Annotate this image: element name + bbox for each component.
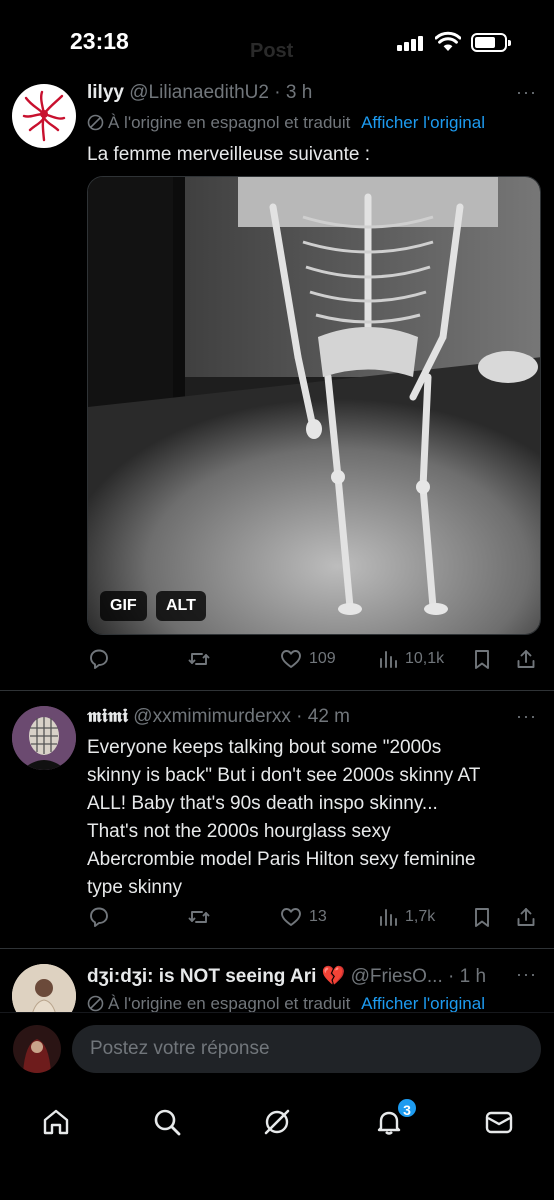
translation-text: À l'origine en espagnol et traduit	[108, 113, 351, 132]
views-button[interactable]: 10,1k	[377, 644, 444, 674]
tweet-text-line: ALL! Baby that's 90s death inspo skinny.…	[87, 793, 438, 814]
translate-icon	[87, 995, 104, 1012]
time-ago: 42 m	[307, 706, 351, 727]
tweet-actions: 109 10,1k	[87, 644, 541, 674]
tweet-actions: 13 1,7k	[87, 902, 541, 932]
heart-icon	[281, 650, 301, 668]
tweet-text: La femme merveilleuse suivante :	[87, 144, 371, 165]
separator: ·	[448, 966, 455, 987]
tweet-header: 𝖒𝖎𝖒𝖎 @xxmimimurderxx · 42 m	[87, 706, 350, 728]
tweet-header: dʒi:dʒi: is NOT seeing Ari 💔 @FriesO... …	[87, 964, 486, 988]
more-options-icon[interactable]: ···	[516, 964, 537, 985]
translation-note: À l'origine en espagnol et traduit Affic…	[87, 113, 485, 133]
show-original-link[interactable]: Afficher l'original	[361, 113, 485, 132]
repost-icon	[188, 653, 210, 665]
tweet[interactable]: dʒi:dʒi: is NOT seeing Ari 💔 @FriesO... …	[0, 948, 554, 1012]
time-ago: 1 h	[459, 966, 487, 987]
repost-button[interactable]	[187, 644, 211, 674]
person-avatar-icon	[12, 964, 76, 1012]
search-icon	[154, 1109, 181, 1136]
reply-input[interactable]	[72, 1025, 541, 1073]
avatar[interactable]	[12, 706, 76, 770]
handle[interactable]: @FriesO...	[351, 966, 443, 987]
user-avatar-image	[13, 1025, 61, 1073]
share-button[interactable]	[515, 644, 537, 674]
share-icon	[517, 650, 535, 668]
repost-icon	[188, 911, 210, 923]
reply-button[interactable]	[87, 644, 111, 674]
nav-grok[interactable]	[257, 1102, 297, 1142]
like-count: 13	[309, 908, 327, 925]
like-button[interactable]: 13	[279, 902, 327, 932]
nav-home[interactable]	[36, 1102, 76, 1142]
handle[interactable]: @LilianaedithU2	[129, 82, 269, 103]
tweet-text-line: That's not the 2000s hourglass sexy	[87, 821, 391, 842]
views-count: 1,7k	[405, 908, 436, 925]
gif-badge: GIF	[100, 591, 147, 621]
bookmark-icon	[475, 650, 489, 669]
show-original-link[interactable]: Afficher l'original	[361, 994, 485, 1012]
tweet-gif[interactable]	[87, 176, 541, 635]
display-name[interactable]: dʒi:dʒi: is NOT seeing Ari 💔	[87, 966, 345, 987]
reply-icon	[90, 649, 108, 669]
tweet[interactable]: lilyy @LilianaedithU2 · 3 h ··· À l'orig…	[0, 0, 554, 690]
share-button[interactable]	[515, 902, 537, 932]
home-icon	[43, 1109, 69, 1135]
views-count: 10,1k	[405, 650, 445, 667]
like-count: 109	[309, 650, 336, 667]
repost-button[interactable]	[187, 902, 211, 932]
translate-icon	[87, 114, 104, 131]
tweet-header: lilyy @LilianaedithU2 · 3 h	[87, 82, 312, 104]
time-ago: 3 h	[285, 82, 313, 103]
separator: ·	[274, 82, 281, 103]
tweet-text-line: type skinny	[87, 877, 183, 898]
more-options-icon[interactable]: ···	[516, 82, 537, 103]
reply-button[interactable]	[87, 902, 111, 932]
more-options-icon[interactable]: ···	[516, 706, 537, 727]
bottom-nav: 3	[0, 1086, 554, 1200]
user-avatar[interactable]	[13, 1025, 61, 1073]
nav-search[interactable]	[147, 1102, 187, 1142]
nav-messages[interactable]	[479, 1102, 519, 1142]
translation-note: À l'origine en espagnol et traduit Affic…	[87, 994, 485, 1012]
bookmark-button[interactable]	[471, 644, 493, 674]
separator: ·	[296, 706, 303, 727]
views-button[interactable]: 1,7k	[377, 902, 435, 932]
tweet[interactable]: 𝖒𝖎𝖒𝖎 @xxmimimurderxx · 42 m ··· Everyone…	[0, 690, 554, 948]
skeleton-gif-image	[88, 177, 540, 634]
tweet-text-line: Abercrombie model Paris Hilton sexy femi…	[87, 849, 476, 870]
spider-lily-avatar-icon	[22, 90, 66, 142]
reply-icon	[90, 907, 108, 927]
tweet-text-line: Everyone keeps talking bout some "2000s	[87, 737, 442, 758]
bookmark-icon	[475, 908, 489, 927]
notification-badge: 3	[396, 1097, 418, 1119]
avatar[interactable]	[12, 84, 76, 148]
translation-text: À l'origine en espagnol et traduit	[108, 994, 351, 1012]
avatar[interactable]	[12, 964, 76, 1012]
like-button[interactable]: 109	[279, 644, 336, 674]
heart-icon	[281, 908, 301, 926]
tweet-text-line: skinny is back" But i don't see 2000s sk…	[87, 765, 481, 786]
pinhead-avatar-icon	[12, 706, 76, 770]
handle[interactable]: @xxmimimurderxx	[133, 706, 291, 727]
share-icon	[517, 908, 535, 926]
views-icon	[380, 651, 397, 668]
alt-badge[interactable]: ALT	[156, 591, 206, 621]
messages-icon	[485, 1111, 513, 1134]
reply-bar	[0, 1012, 554, 1086]
display-name[interactable]: 𝖒𝖎𝖒𝖎	[87, 706, 128, 727]
bookmark-button[interactable]	[471, 902, 493, 932]
display-name[interactable]: lilyy	[87, 82, 124, 103]
views-icon	[380, 909, 397, 926]
grok-icon	[264, 1109, 290, 1135]
tweet-text: Everyone keeps talking bout some "2000s …	[87, 734, 537, 902]
